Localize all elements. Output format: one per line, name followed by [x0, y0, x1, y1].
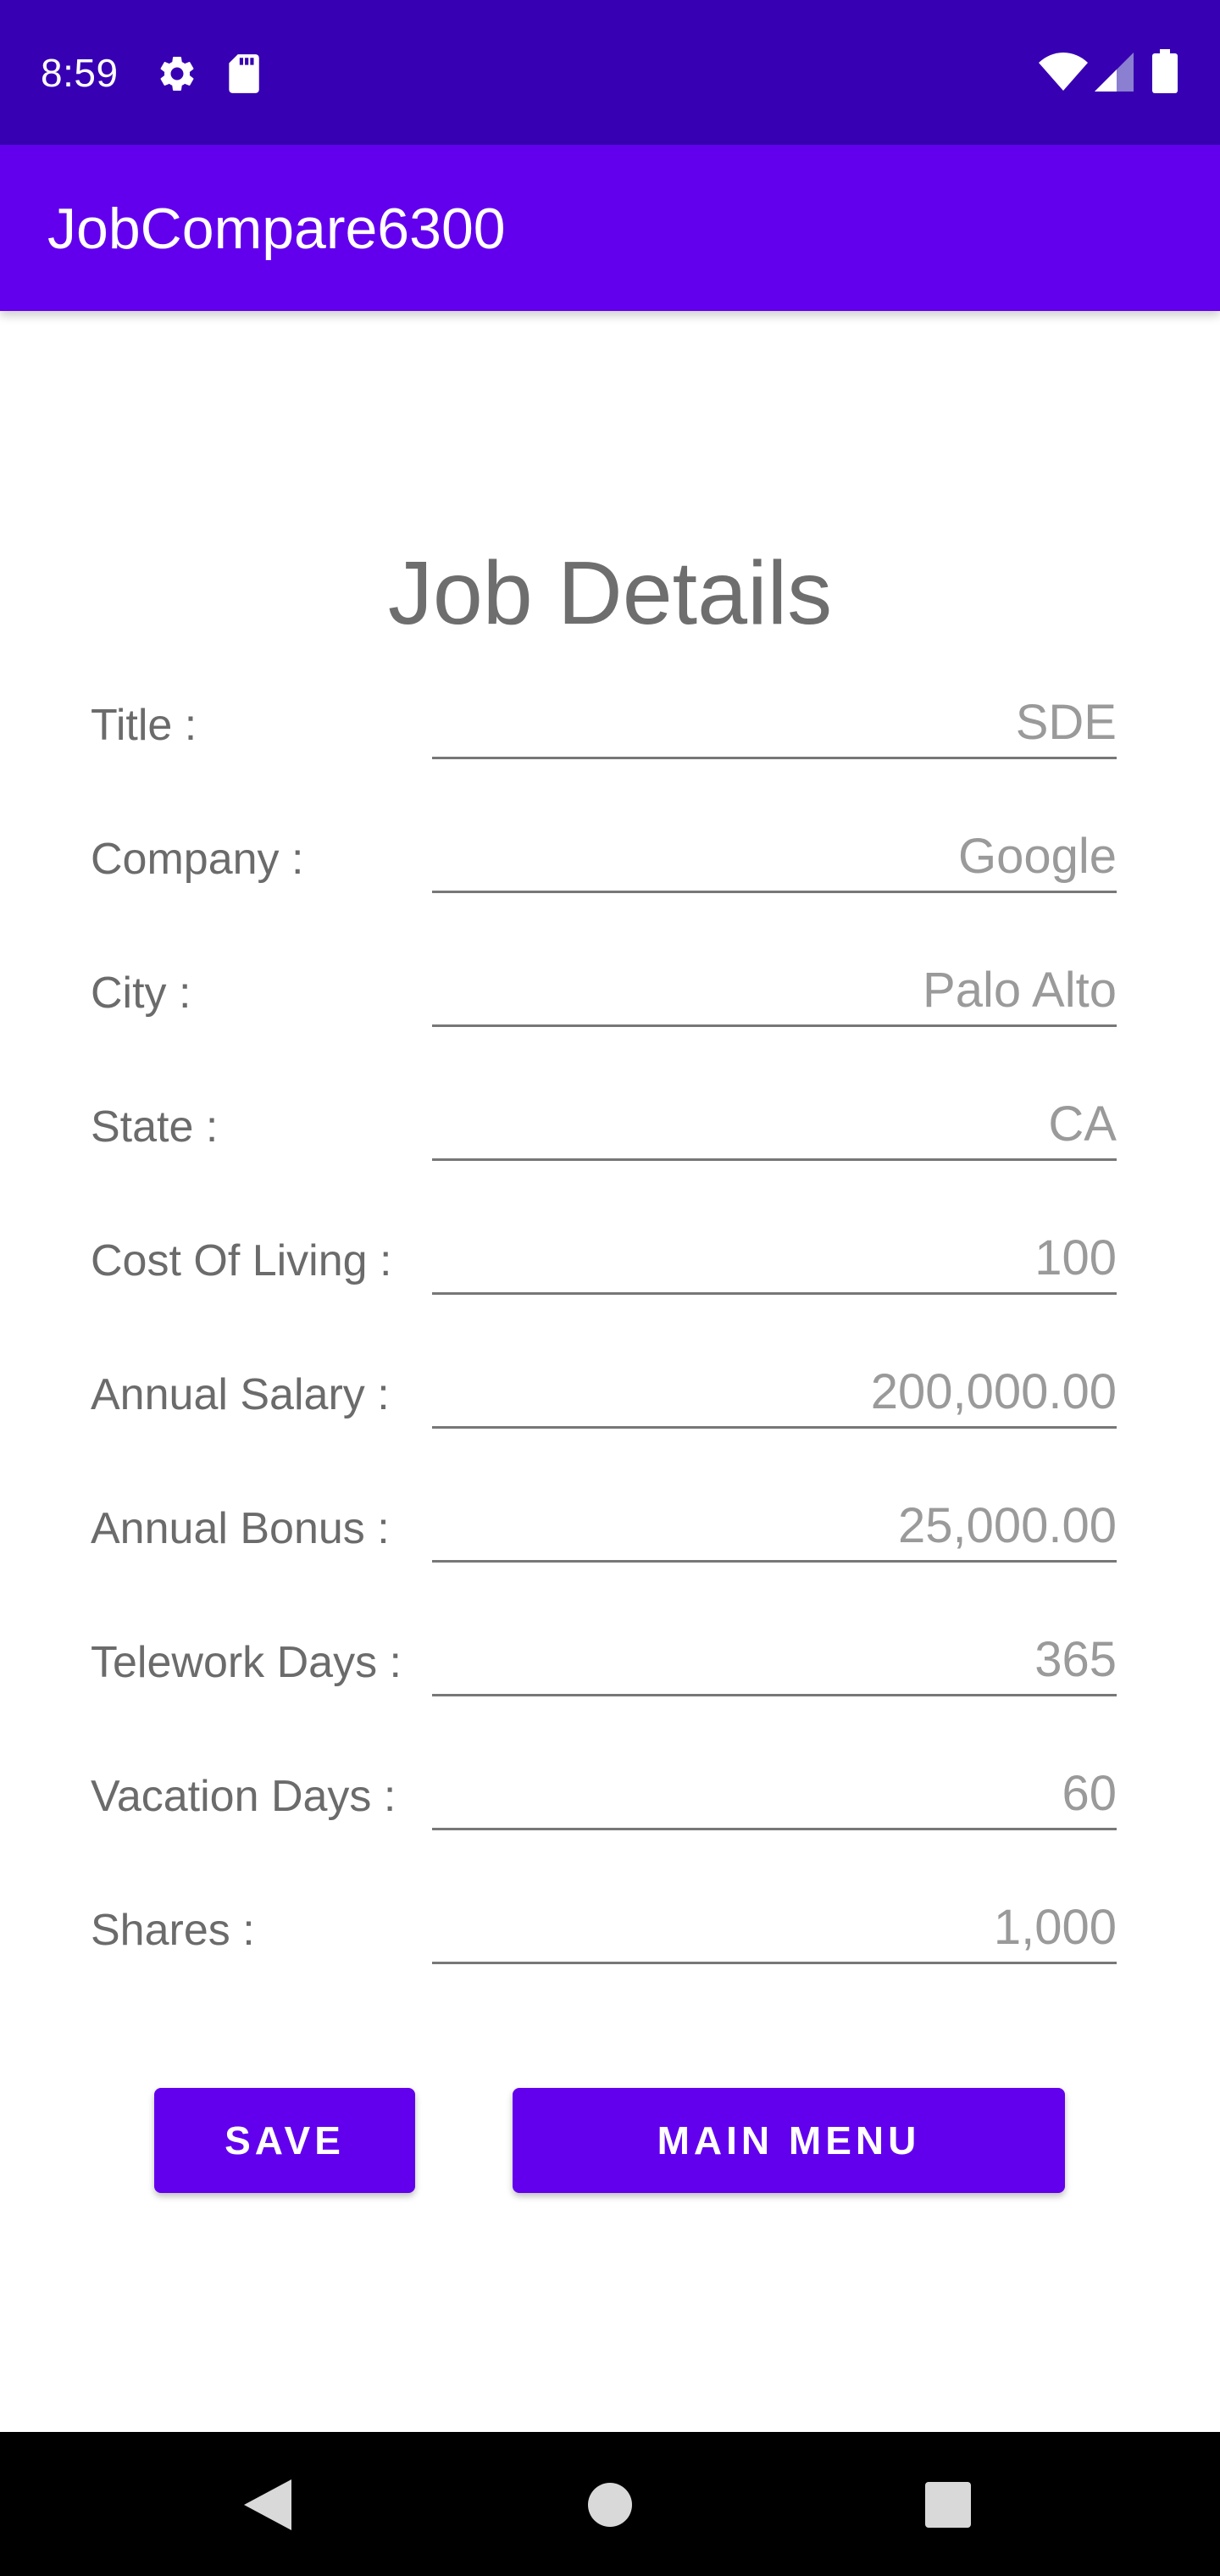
back-icon[interactable] — [244, 2479, 291, 2530]
wifi-icon — [1039, 53, 1088, 91]
app-title: JobCompare6300 — [47, 197, 506, 261]
annual-bonus-input[interactable] — [432, 1491, 1117, 1559]
city-input[interactable] — [432, 956, 1117, 1024]
state-label: State : — [91, 1102, 219, 1152]
annual-salary-label: Annual Salary : — [91, 1370, 390, 1419]
vacation-days-label: Vacation Days : — [91, 1772, 396, 1821]
telework-days-label: Telework Days : — [91, 1638, 402, 1687]
form-row-cost-of-living: Cost Of Living : — [0, 1224, 1220, 1357]
title-field — [432, 688, 1117, 759]
form-row-city: City : — [0, 956, 1220, 1090]
app-bar: JobCompare6300 — [0, 145, 1220, 311]
city-label: City : — [91, 969, 191, 1018]
vacation-days-field — [432, 1759, 1117, 1830]
state-input[interactable] — [432, 1090, 1117, 1158]
form-row-annual-salary: Annual Salary : — [0, 1357, 1220, 1491]
form-row-vacation-days: Vacation Days : — [0, 1759, 1220, 1893]
telework-days-field — [432, 1625, 1117, 1696]
annual-salary-input[interactable] — [432, 1357, 1117, 1425]
title-label: Title : — [91, 701, 197, 750]
form-row-shares: Shares : — [0, 1893, 1220, 2027]
annual-bonus-label: Annual Bonus : — [91, 1504, 390, 1553]
shares-label: Shares : — [91, 1906, 255, 1955]
navigation-bar — [0, 2432, 1220, 2576]
shares-field — [432, 1893, 1117, 1964]
form-row-company: Company : — [0, 822, 1220, 956]
form-row-telework-days: Telework Days : — [0, 1625, 1220, 1759]
shares-input[interactable] — [432, 1893, 1117, 1961]
state-field — [432, 1090, 1117, 1161]
main-menu-button[interactable]: MAIN MENU — [513, 2088, 1065, 2193]
cost-of-living-field — [432, 1224, 1117, 1295]
annual-bonus-field — [432, 1491, 1117, 1563]
form-row-annual-bonus: Annual Bonus : — [0, 1491, 1220, 1625]
vacation-days-input[interactable] — [432, 1759, 1117, 1827]
recents-icon[interactable] — [925, 2482, 971, 2528]
form-row-title: Title : — [0, 688, 1220, 822]
cost-of-living-label: Cost Of Living : — [91, 1236, 392, 1285]
title-input[interactable] — [432, 688, 1117, 756]
save-button[interactable]: SAVE — [154, 2088, 415, 2193]
signal-icon — [1095, 53, 1134, 92]
company-label: Company : — [91, 835, 304, 884]
gear-icon — [160, 56, 194, 91]
company-input[interactable] — [432, 822, 1117, 890]
status-bar: 8:59 — [0, 0, 1220, 145]
status-time: 8:59 — [41, 51, 119, 95]
company-field — [432, 822, 1117, 893]
city-field — [432, 956, 1117, 1027]
cost-of-living-input[interactable] — [432, 1224, 1117, 1291]
annual-salary-field — [432, 1357, 1117, 1429]
telework-days-input[interactable] — [432, 1625, 1117, 1693]
home-icon[interactable] — [587, 2482, 633, 2528]
form-row-state: State : — [0, 1090, 1220, 1224]
page-title: Job Details — [387, 543, 833, 643]
battery-icon — [1152, 49, 1178, 93]
sd-card-icon — [229, 54, 259, 93]
